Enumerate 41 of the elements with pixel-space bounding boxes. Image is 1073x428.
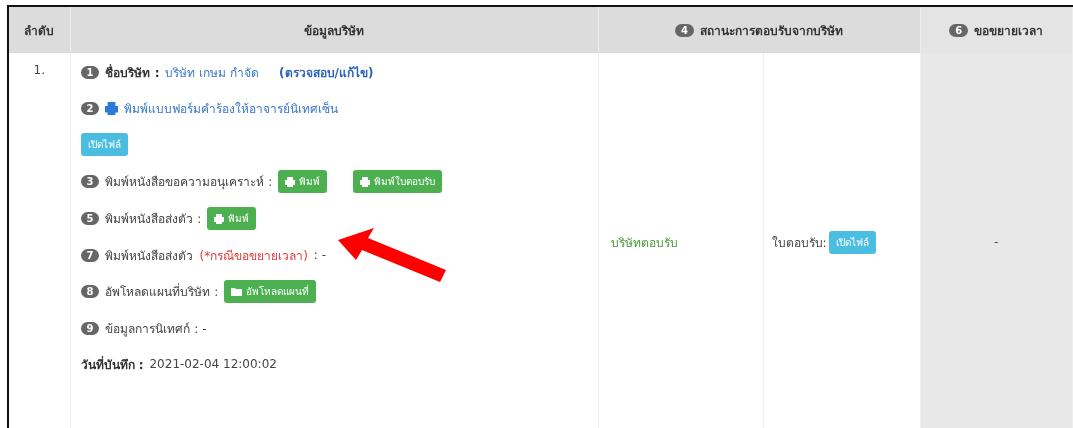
step-badge: 5 (80, 212, 100, 225)
step-badge: 9 (80, 321, 100, 335)
column-header: สถานะการตอบรับจากบริษัท (700, 22, 843, 40)
printer-icon (214, 213, 225, 224)
print-button[interactable]: พิมพ์ (278, 170, 328, 193)
extension-value: - (994, 235, 999, 249)
row-number: 1. (33, 63, 45, 77)
printer-icon (285, 176, 296, 187)
item-text: พิมพ์หนังสือส่งตัว : (105, 211, 202, 228)
column-header: ลำดับ (24, 23, 55, 38)
item-text: ข้อมูลการนิเทศก์ : - (105, 320, 207, 338)
printer-icon (360, 176, 371, 187)
note-text: (*กรณีขอขยายเวลา) (199, 247, 308, 265)
status-text: บริษัทตอบรับ (609, 235, 678, 250)
print-button[interactable]: พิมพ์ใบตอบรับ (353, 170, 443, 193)
step-badge: 8 (80, 285, 100, 298)
header-badge: 6 (949, 23, 969, 37)
step-badge: 1 (80, 65, 100, 79)
column-header: ข้อมูลบริษัท (304, 23, 364, 38)
folder-icon (231, 287, 243, 296)
print-form-link[interactable]: พิมพ์แบบฟอร์มคำร้องให้อาจารย์นิเทศเซ็น (124, 98, 339, 118)
item-text: พิมพ์หนังสือขอความอนุเคราะห์ : (105, 174, 273, 191)
field-label: วันที่บันทึก : (80, 355, 144, 374)
column-header: ขอขยายเวลา (974, 22, 1044, 40)
step-badge: 2 (80, 101, 100, 115)
edit-link[interactable]: (ตรวจสอบ/แก้ไข) (279, 62, 374, 82)
reply-label: ใบตอบรับ: (771, 234, 827, 252)
open-file-button[interactable]: เปิดไฟล์ (80, 133, 128, 156)
item-text: : - (313, 248, 327, 262)
field-label: ชื่อบริษัท : (105, 63, 160, 82)
step-badge: 7 (80, 248, 100, 262)
open-file-button[interactable]: เปิดไฟล์ (828, 230, 876, 254)
item-text: อัพโหลดแผนที่บริษัท : (105, 282, 219, 301)
company-link[interactable]: บริษัท เกษม กำจัด (165, 62, 260, 82)
item-text: พิมพ์หนังสือส่งตัว (105, 247, 194, 265)
printer-icon (105, 101, 119, 115)
print-button[interactable]: พิมพ์ (207, 207, 257, 230)
header-badge: 4 (675, 23, 694, 37)
step-badge: 3 (80, 175, 100, 188)
upload-button[interactable]: อัพโหลดแผนที่ (224, 280, 317, 303)
item-text: 2021-02-04 12:00:02 (149, 357, 277, 371)
